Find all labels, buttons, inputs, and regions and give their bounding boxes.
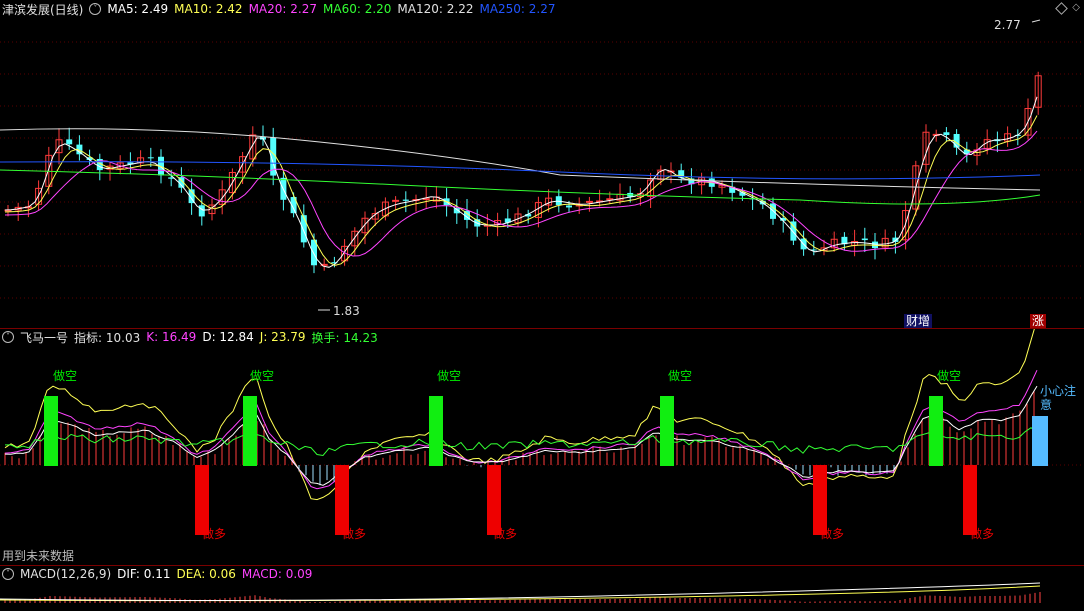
ma250-label: MA250: 2.27: [479, 2, 556, 16]
candle: [861, 238, 868, 241]
zuokong-label-5: 做空: [937, 369, 962, 383]
zuokong-label-1: 做空: [53, 369, 78, 383]
buy-signal-bar: [813, 465, 827, 535]
low-price-label: 1.83: [333, 304, 360, 318]
zuoduo-label-3: 做多: [493, 527, 518, 541]
candle: [198, 205, 205, 217]
macd-panel-header: ˅ MACD(12,26,9) DIF: 0.11 DEA: 0.06 MACD…: [2, 565, 312, 583]
candle: [892, 237, 899, 242]
chevron-down-icon[interactable]: ˅: [2, 331, 14, 343]
warn-signal-bar: [1032, 416, 1048, 466]
xiaoxin-label: 小心注意: [1040, 384, 1077, 412]
buy-signal-bar: [195, 465, 209, 535]
high-price-label: 2.77: [994, 18, 1021, 32]
buy-signal-bar: [963, 465, 977, 535]
chevron-down-icon[interactable]: ˅: [2, 568, 14, 580]
buy-signal-bar: [335, 465, 349, 535]
badge-zhang[interactable]: 涨: [1030, 314, 1047, 328]
stock-title: 津滨发展(日线): [2, 2, 84, 17]
k-line: [4, 369, 1038, 490]
indicator-j: J: 23.79: [259, 330, 306, 344]
ma10-label: MA10: 2.42: [174, 2, 243, 16]
ma120-label: MA120: 2.22: [397, 2, 474, 16]
indicator-k: K: 16.49: [146, 330, 197, 344]
sell-signal-bar: [929, 396, 943, 466]
badge-caizeng[interactable]: 财增: [904, 314, 933, 328]
buy-signal-bar: [487, 465, 501, 535]
d-line: [4, 385, 1038, 486]
ma5-label: MA5: 2.49: [107, 2, 169, 16]
indicator-panel-header: ˅ 飞马一号 指标: 10.03 K: 16.49 D: 12.84 J: 23…: [2, 328, 378, 346]
sell-signal-bar: [243, 396, 257, 466]
zuokong-label-3: 做空: [437, 369, 462, 383]
j-line: [4, 319, 1038, 501]
macd-dea: DEA: 0.06: [176, 567, 236, 581]
candle: [585, 200, 593, 203]
candle: [66, 139, 73, 145]
candle: [392, 199, 400, 202]
sell-signal-bar: [660, 396, 674, 466]
ma60-label: MA60: 2.20: [323, 2, 392, 16]
macd-name: MACD(12,26,9): [20, 567, 112, 581]
ma20-line: [4, 130, 1038, 257]
ma60-line: [0, 169, 1041, 205]
indicator-name: 飞马一号: [20, 330, 69, 345]
high-pointer: [1031, 19, 1041, 23]
zuokong-label-2: 做空: [250, 369, 275, 383]
main-panel-header: 津滨发展(日线) ˅ MA5: 2.49 MA10: 2.42 MA20: 2.…: [2, 0, 556, 18]
macd-dif: DIF: 0.11: [117, 567, 171, 581]
candle: [402, 199, 409, 201]
candle: [606, 198, 614, 201]
candle: [566, 205, 572, 208]
ma20-label: MA20: 2.27: [248, 2, 317, 16]
indicator-zhibiao: 指标: 10.03: [74, 330, 141, 345]
collapse-icon[interactable]: ◇: [1072, 2, 1080, 13]
zuokong-label-4: 做空: [668, 369, 693, 383]
sell-signal-bar: [429, 396, 443, 466]
chevron-down-icon[interactable]: ˅: [89, 3, 102, 15]
stock-chart-canvas[interactable]: [0, 0, 1084, 611]
zuoduo-label-2: 做多: [342, 527, 367, 541]
zuoduo-label-1: 做多: [202, 527, 227, 541]
zuoduo-label-5: 做多: [970, 527, 995, 541]
indicator-huanshou: 换手: 14.23: [311, 330, 378, 345]
candle: [300, 215, 307, 243]
zuoduo-label-4: 做多: [820, 527, 845, 541]
macd-value: MACD: 0.09: [241, 567, 313, 581]
candle: [147, 157, 154, 159]
indicator-d: D: 12.84: [202, 330, 254, 344]
candle: [943, 132, 950, 136]
future-data-note: 用到未来数据: [2, 549, 75, 563]
dif-line: [0, 582, 1041, 601]
sell-signal-bar: [44, 396, 58, 466]
